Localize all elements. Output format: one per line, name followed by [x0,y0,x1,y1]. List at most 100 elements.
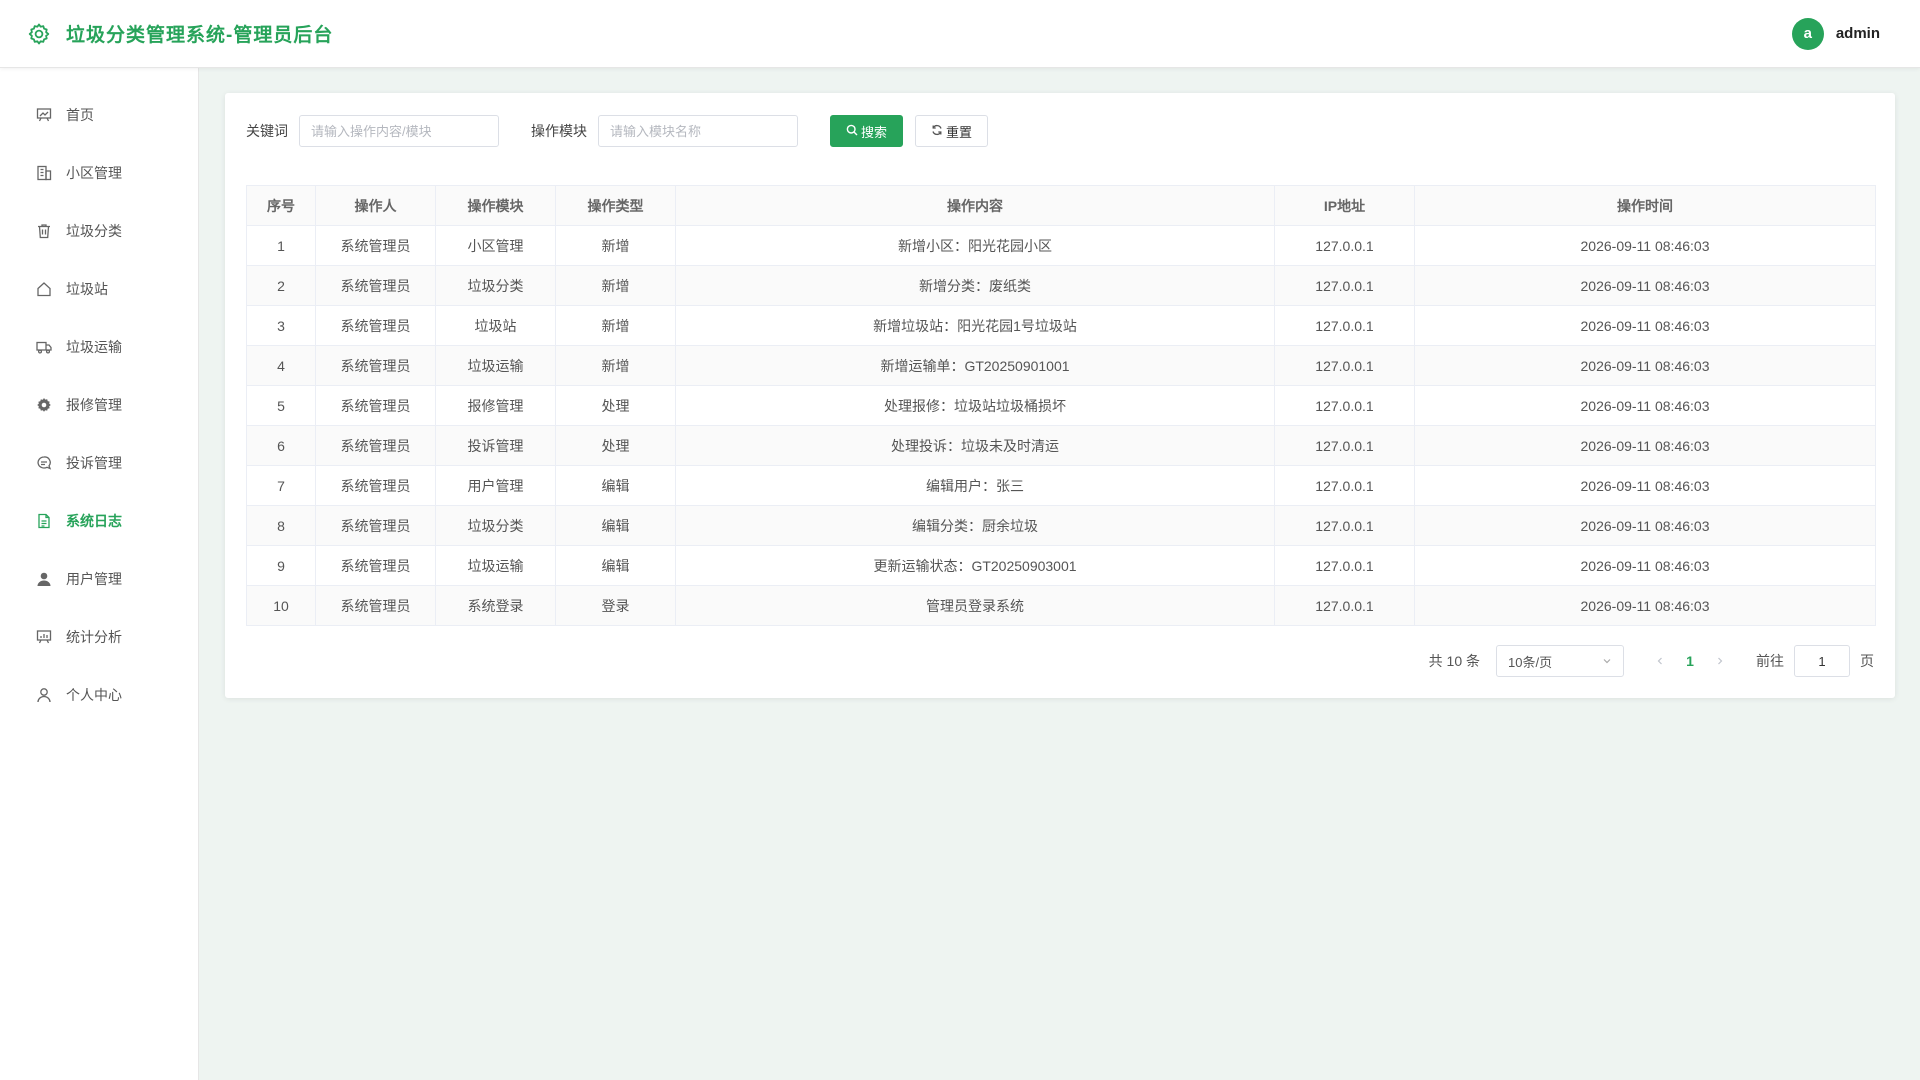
cell-module: 垃圾运输 [435,345,556,386]
module-input[interactable] [598,115,798,147]
sidebar-item-label: 系统日志 [66,513,122,529]
cell-content: 编辑分类：厨余垃圾 [675,505,1275,546]
sidebar-item-label: 垃圾运输 [66,339,122,355]
cell-content: 新增小区：阳光花园小区 [675,225,1275,266]
search-form: 关键词 操作模块 搜索 重置 [246,115,989,147]
cell-index: 4 [246,345,316,386]
cell-module: 用户管理 [435,465,556,506]
cell-module: 报修管理 [435,385,556,426]
sidebar-item-repair[interactable]: 报修管理 [0,376,198,434]
cell-ip: 127.0.0.1 [1274,505,1415,546]
sidebar-item-label: 投诉管理 [66,455,122,471]
sidebar-item-garbage-transport[interactable]: 垃圾运输 [0,318,198,376]
sidebar-item-user-management[interactable]: 用户管理 [0,550,198,608]
cell-operator: 系统管理员 [315,345,436,386]
username[interactable]: admin [1836,25,1880,42]
table-row: 7 系统管理员 用户管理 编辑 编辑用户：张三 127.0.0.1 2026-09-11 0… [246,465,1876,506]
sidebar-item-home[interactable]: 首页 [0,86,198,144]
sidebar-item-complaint[interactable]: 投诉管理 [0,434,198,492]
user-menu[interactable]: a admin [1791,17,1894,50]
cell-ip: 127.0.0.1 [1274,305,1415,346]
cell-time: 2026-09-11 08:46:03 [1414,305,1876,346]
cell-ip: 127.0.0.1 [1274,425,1415,466]
sidebar-item-garbage-category[interactable]: 垃圾分类 [0,202,198,260]
office-building-icon [35,165,52,182]
user-filled-icon [35,571,52,588]
avatar[interactable]: a [1791,17,1824,50]
keyword-input[interactable] [299,115,499,147]
chat-bubble-icon [35,455,52,472]
cell-content: 新增运输单：GT20250901001 [675,345,1275,386]
presentation-board-icon [35,107,52,124]
column-header-operator: 操作人 [315,185,436,226]
next-page-button[interactable] [1708,653,1732,669]
cell-module: 系统登录 [435,585,556,626]
sidebar-item-label: 用户管理 [66,571,122,587]
gear-icon [26,21,52,47]
table-row: 6 系统管理员 投诉管理 处理 处理投诉：垃圾未及时清运 127.0.0.1 2026-09… [246,425,1876,466]
page-size-value: 10条/页 [1508,654,1553,670]
sidebar-item-label: 垃圾站 [66,281,108,297]
table-row: 8 系统管理员 垃圾分类 编辑 编辑分类：厨余垃圾 127.0.0.1 2026-09-11… [246,505,1876,546]
cell-type: 新增 [555,345,676,386]
cell-type: 编辑 [555,505,676,546]
cell-ip: 127.0.0.1 [1274,345,1415,386]
log-table: 序号 操作人 操作模块 操作类型 操作内容 IP地址 操作时间 1 系统管理员 小区… [246,185,1876,626]
page-size-select[interactable]: 10条/页 [1496,645,1624,677]
table-row: 4 系统管理员 垃圾运输 新增 新增运输单：GT20250901001 127.0.0.1… [246,345,1876,386]
cell-operator: 系统管理员 [315,465,436,506]
cell-index: 10 [246,585,316,626]
sidebar-item-label: 个人中心 [66,687,122,703]
cell-ip: 127.0.0.1 [1274,225,1415,266]
search-button[interactable]: 搜索 [830,115,904,147]
cell-time: 2026-09-11 08:46:03 [1414,545,1876,586]
cell-type: 新增 [555,225,676,266]
sidebar-item-label: 垃圾分类 [66,223,122,239]
sidebar-item-system-log[interactable]: 系统日志 [0,492,198,550]
cell-index: 5 [246,385,316,426]
cell-content: 新增垃圾站：阳光花园1号垃圾站 [675,305,1275,346]
cell-ip: 127.0.0.1 [1274,585,1415,626]
cell-time: 2026-09-11 08:46:03 [1414,225,1876,266]
cell-content: 管理员登录系统 [675,585,1275,626]
sidebar-item-statistics[interactable]: 统计分析 [0,608,198,666]
cell-module: 投诉管理 [435,425,556,466]
reset-button[interactable]: 重置 [915,115,989,147]
cell-ip: 127.0.0.1 [1274,465,1415,506]
table-row: 2 系统管理员 垃圾分类 新增 新增分类：废纸类 127.0.0.1 2026-09-11 … [246,265,1876,306]
goto-suffix: 页 [1860,653,1874,669]
cell-operator: 系统管理员 [315,425,436,466]
cell-content: 新增分类：废纸类 [675,265,1275,306]
sidebar-item-profile[interactable]: 个人中心 [0,666,198,724]
cell-index: 6 [246,425,316,466]
refresh-icon [931,124,943,139]
sidebar-item-label: 统计分析 [66,629,122,645]
sidebar-item-community[interactable]: 小区管理 [0,144,198,202]
goto-page-input[interactable] [1794,645,1850,677]
page-number-current[interactable]: 1 [1672,653,1708,669]
cell-type: 处理 [555,385,676,426]
cell-index: 2 [246,265,316,306]
table-row: 9 系统管理员 垃圾运输 编辑 更新运输状态：GT20250903001 127.0.0.… [246,545,1876,586]
cell-type: 编辑 [555,545,676,586]
cell-content: 编辑用户：张三 [675,465,1275,506]
cell-time: 2026-09-11 08:46:03 [1414,265,1876,306]
sidebar-item-garbage-station[interactable]: 垃圾站 [0,260,198,318]
cell-module: 垃圾运输 [435,545,556,586]
cell-time: 2026-09-11 08:46:03 [1414,345,1876,386]
cell-operator: 系统管理员 [315,225,436,266]
sidebar-item-label: 报修管理 [66,397,122,413]
trash-bin-icon [35,223,52,240]
user-outline-icon [35,687,52,704]
cell-index: 1 [246,225,316,266]
goto-label: 前往 [1756,653,1784,669]
house-icon [35,281,52,298]
truck-icon [35,339,52,356]
cell-time: 2026-09-11 08:46:03 [1414,385,1876,426]
column-header-module: 操作模块 [435,185,556,226]
cell-operator: 系统管理员 [315,505,436,546]
document-icon [35,513,52,530]
cell-time: 2026-09-11 08:46:03 [1414,505,1876,546]
prev-page-button[interactable] [1648,653,1672,669]
chevron-down-icon [1602,654,1612,669]
